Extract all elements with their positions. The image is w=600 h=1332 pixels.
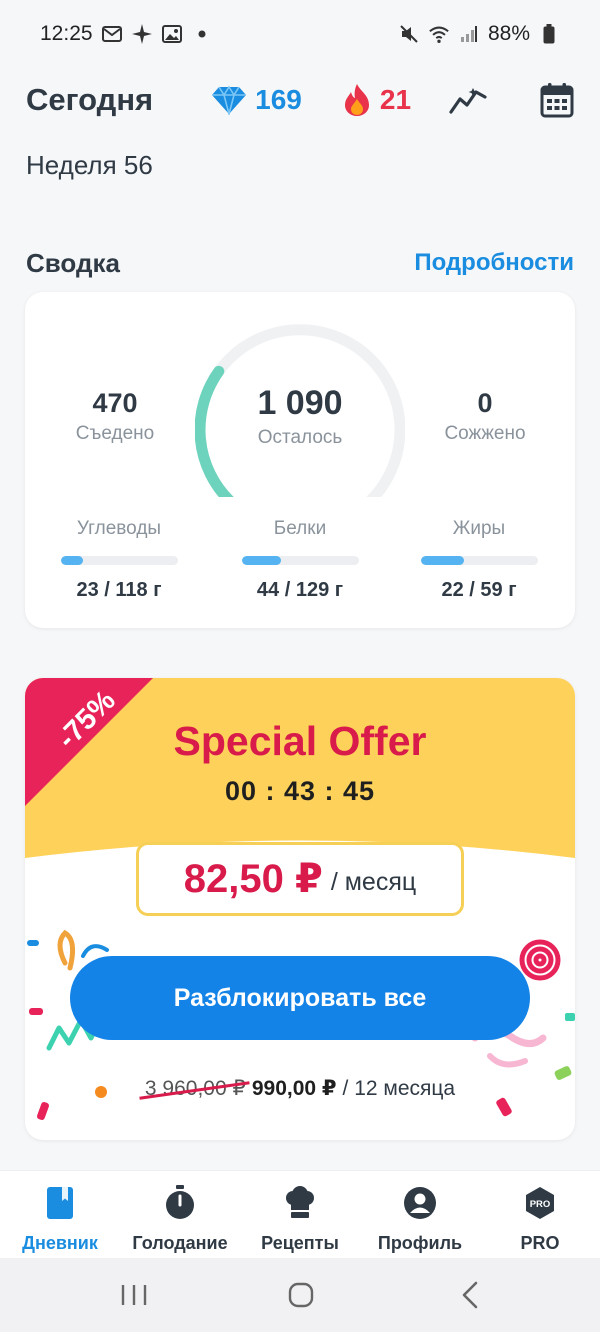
status-time: 12:25 bbox=[40, 22, 93, 45]
macro-value: 44 / 129 г bbox=[256, 579, 344, 601]
old-price: 3 960,00 ₽ bbox=[144, 1077, 246, 1100]
notification-dot-icon bbox=[191, 23, 213, 45]
stopwatch-icon bbox=[164, 1185, 196, 1221]
unlock-all-button[interactable]: Разблокировать все bbox=[70, 956, 530, 1040]
gems-counter[interactable]: 169 bbox=[211, 84, 302, 116]
nav-item-diary[interactable]: Дневник bbox=[0, 1171, 120, 1258]
summary-card[interactable]: 470 Съедено 1 090 Осталось 0 Сожжено Угл… bbox=[25, 292, 575, 628]
signal-icon bbox=[458, 23, 480, 45]
bottom-navigation: Дневник Голодание Рецепты Профиль PRO PR… bbox=[0, 1170, 600, 1258]
remaining-value: 1 090 bbox=[257, 384, 343, 422]
remaining-label: Осталось bbox=[257, 427, 343, 448]
macro-label: Углеводы bbox=[76, 518, 162, 539]
macro-progress-fill bbox=[420, 556, 465, 565]
week-label: Неделя 56 bbox=[26, 150, 153, 180]
back-icon[interactable] bbox=[458, 1276, 482, 1314]
special-offer-card[interactable]: -75% Special Offer 00 : 43 : 45 82,50 ₽ … bbox=[25, 678, 575, 1140]
battery-level: 88% bbox=[487, 22, 530, 45]
eaten-label: Съедено bbox=[75, 423, 155, 444]
flame-icon bbox=[342, 83, 372, 117]
home-icon[interactable] bbox=[287, 1276, 315, 1314]
macro-progress-fill bbox=[60, 556, 84, 565]
nav-label: Рецепты bbox=[261, 1233, 339, 1253]
offer-title: Special Offer bbox=[173, 718, 427, 764]
subscription-period: / 12 месяца bbox=[342, 1076, 456, 1100]
macro-value: 23 / 118 г bbox=[76, 579, 162, 601]
macro-progress-bar bbox=[420, 556, 538, 565]
burned-value: 0 bbox=[477, 388, 493, 418]
nav-label: Дневник bbox=[22, 1233, 98, 1253]
price-box: 82,50 ₽ / месяц bbox=[136, 842, 464, 916]
summary-title: Сводка bbox=[26, 248, 120, 278]
remaining-metric: 1 090 Осталось bbox=[220, 384, 380, 449]
battery-icon bbox=[538, 23, 560, 45]
pro-badge-icon: PRO bbox=[524, 1185, 556, 1221]
nav-label: Профиль bbox=[377, 1233, 463, 1253]
price-period: / месяц bbox=[330, 867, 417, 896]
diary-icon bbox=[46, 1185, 74, 1221]
burned-metric: 0 Сожжено bbox=[420, 388, 550, 445]
svg-text:PRO: PRO bbox=[530, 1199, 551, 1210]
macro-progress-bar bbox=[60, 556, 178, 565]
page-title: Сегодня bbox=[26, 82, 154, 117]
macro-label: Белки bbox=[273, 518, 327, 539]
new-price: 990,00 ₽ bbox=[251, 1077, 337, 1100]
mail-icon bbox=[101, 23, 123, 45]
nav-item-profile[interactable]: Профиль bbox=[360, 1171, 480, 1258]
trend-chart-icon[interactable] bbox=[449, 85, 487, 115]
chef-hat-icon bbox=[283, 1185, 317, 1221]
status-bar: 12:25 88% bbox=[0, 0, 600, 68]
nav-label: PRO bbox=[520, 1233, 560, 1253]
profile-icon bbox=[403, 1185, 437, 1221]
eaten-value: 470 bbox=[92, 388, 138, 418]
image-icon bbox=[161, 23, 183, 45]
macro-fat: Жиры 22 / 59 г bbox=[409, 518, 549, 602]
header: Сегодня 169 21 bbox=[26, 74, 574, 126]
calendar-icon[interactable] bbox=[540, 82, 574, 118]
wifi-icon bbox=[428, 23, 450, 45]
nav-item-fasting[interactable]: Голодание bbox=[120, 1171, 240, 1258]
streak-count: 21 bbox=[379, 84, 412, 115]
macro-progress-fill bbox=[241, 556, 282, 565]
nav-item-recipes[interactable]: Рецепты bbox=[240, 1171, 360, 1258]
macro-value: 22 / 59 г bbox=[441, 579, 517, 601]
monthly-price: 82,50 ₽ bbox=[183, 857, 323, 901]
macro-label: Жиры bbox=[452, 518, 506, 539]
macro-protein: Белки 44 / 129 г bbox=[230, 518, 370, 602]
streak-counter[interactable]: 21 bbox=[342, 83, 411, 117]
eaten-metric: 470 Съедено bbox=[50, 388, 180, 445]
sparkle-icon bbox=[131, 23, 153, 45]
mute-icon bbox=[398, 23, 420, 45]
burned-label: Сожжено bbox=[444, 423, 526, 444]
countdown-timer: 00 : 43 : 45 bbox=[224, 776, 376, 806]
details-link[interactable]: Подробности bbox=[414, 249, 574, 277]
macro-progress-bar bbox=[241, 556, 359, 565]
nav-item-pro[interactable]: PRO PRO bbox=[480, 1171, 600, 1258]
nav-label: Голодание bbox=[132, 1233, 228, 1253]
recent-apps-icon[interactable] bbox=[120, 1276, 148, 1314]
price-comparison: 3 960,00 ₽ 990,00 ₽ / 12 месяца bbox=[25, 1076, 575, 1101]
gems-count: 169 bbox=[255, 84, 302, 115]
diamond-icon bbox=[211, 85, 247, 115]
macro-carbs: Углеводы 23 / 118 г bbox=[49, 518, 189, 602]
system-navigation-bar bbox=[0, 1258, 600, 1332]
